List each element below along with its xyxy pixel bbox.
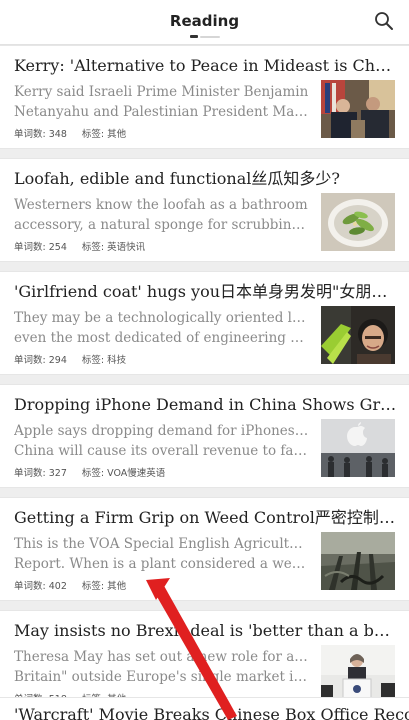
article-tag: VOA慢速英语 <box>107 468 166 479</box>
summary-line: Netanyahu and Palestinian President Mahm… <box>14 104 310 120</box>
article-summary: Westerners know the loofah as a bathroom… <box>14 195 310 235</box>
article-tag: 英语快讯 <box>107 242 146 253</box>
article-thumbnail <box>321 80 395 138</box>
article-summary: This is the VOA Special English Agricult… <box>14 534 310 574</box>
tag-label: 标签: <box>81 581 105 592</box>
article-card[interactable]: Loofah, edible and functional丝瓜知多少? West… <box>0 158 409 262</box>
tag-label: 标签: <box>81 242 105 253</box>
page-title: Reading <box>169 12 240 30</box>
article-thumbnail <box>321 306 395 364</box>
summary-line: China will cause its overall revenue to … <box>14 443 310 459</box>
article-meta: 单词数: 327 标签: VOA慢速英语 <box>14 465 165 479</box>
top-bar: Reading <box>0 0 409 45</box>
page-indicator-active <box>190 35 198 38</box>
article-meta: 单词数: 348 标签: 其他 <box>14 126 126 140</box>
article-tag: 其他 <box>107 129 127 140</box>
article-title: Loofah, edible and functional丝瓜知多少? <box>14 169 340 188</box>
article-title: May insists no Brexit deal is 'better th… <box>14 621 397 640</box>
thumbnail-image <box>321 645 395 703</box>
thumbnail-image <box>321 193 395 251</box>
article-title: Getting a Firm Grip on Weed Control严密控制杂… <box>14 508 397 527</box>
summary-line: Westerners know the loofah as a bathroom <box>14 197 308 213</box>
summary-line: Britain" outside Europe's single market … <box>14 669 310 685</box>
tag-label: 标签: <box>81 355 105 366</box>
word-count-label: 单词数: <box>14 581 46 592</box>
tag-label: 标签: <box>81 468 105 479</box>
word-count: 348 <box>48 129 67 140</box>
word-count-label: 单词数: <box>14 129 46 140</box>
article-summary: They may be a technologically oriented l… <box>14 308 310 348</box>
article-card[interactable]: Getting a Firm Grip on Weed Control严密控制杂… <box>0 497 409 601</box>
tag-label: 标签: <box>81 129 105 140</box>
page-indicator <box>190 35 222 39</box>
reading-app: Reading Kerry: 'Alternative to Peace in … <box>0 0 409 720</box>
article-meta: 单词数: 402 标签: 其他 <box>14 578 126 592</box>
page-indicator-track <box>200 36 220 38</box>
summary-line: This is the VOA Special English Agricult… <box>14 536 310 552</box>
article-card[interactable]: Kerry: 'Alternative to Peace in Mideast … <box>0 45 409 149</box>
article-title: 'Warcraft' Movie Breaks Chinese Box Offi… <box>14 705 409 720</box>
thumbnail-image <box>321 80 395 138</box>
article-title: Dropping iPhone Demand in China Shows Gr… <box>14 395 397 414</box>
summary-line: They may be a technologically oriented l… <box>14 310 310 326</box>
summary-line: even the most dedicated of engineering s… <box>14 330 310 346</box>
article-thumbnail <box>321 532 395 590</box>
summary-line: accessory, a natural sponge for scrubbin… <box>14 217 310 233</box>
word-count: 402 <box>48 581 67 592</box>
summary-line: Theresa May has set out a new role for a… <box>14 649 310 665</box>
article-tag: 科技 <box>107 355 127 366</box>
article-summary: Kerry said Israeli Prime Minister Benjam… <box>14 82 310 122</box>
article-card[interactable]: Dropping iPhone Demand in China Shows Gr… <box>0 384 409 488</box>
thumbnail-image <box>321 306 395 364</box>
summary-line: Report. When is a plant considered a wee… <box>14 556 310 572</box>
word-count: 254 <box>48 242 67 253</box>
summary-line: Kerry said Israeli Prime Minister Benjam… <box>14 84 309 100</box>
article-title: 'Girlfriend coat' hugs you日本单身男发明"女朋友外套" <box>14 282 397 301</box>
thumbnail-image <box>321 532 395 590</box>
article-list: Kerry: 'Alternative to Peace in Mideast … <box>0 45 409 720</box>
article-summary: Apple says dropping demand for iPhones i… <box>14 421 310 461</box>
article-card-partial[interactable]: 'Warcraft' Movie Breaks Chinese Box Offi… <box>0 697 409 720</box>
article-thumbnail <box>321 193 395 251</box>
word-count-label: 单词数: <box>14 355 46 366</box>
search-button[interactable] <box>373 10 395 32</box>
word-count: 327 <box>48 468 67 479</box>
article-title: Kerry: 'Alternative to Peace in Mideast … <box>14 56 397 75</box>
article-thumbnail <box>321 645 395 703</box>
article-tag: 其他 <box>107 581 127 592</box>
search-icon <box>375 12 393 30</box>
word-count-label: 单词数: <box>14 242 46 253</box>
article-card[interactable]: 'Girlfriend coat' hugs you日本单身男发明"女朋友外套"… <box>0 271 409 375</box>
article-meta: 单词数: 294 标签: 科技 <box>14 352 126 366</box>
article-summary: Theresa May has set out a new role for a… <box>14 647 310 687</box>
article-meta: 单词数: 254 标签: 英语快讯 <box>14 239 145 253</box>
word-count: 294 <box>48 355 67 366</box>
summary-line: Apple says dropping demand for iPhones i… <box>14 423 310 439</box>
word-count-label: 单词数: <box>14 468 46 479</box>
thumbnail-image <box>321 419 395 477</box>
article-thumbnail <box>321 419 395 477</box>
